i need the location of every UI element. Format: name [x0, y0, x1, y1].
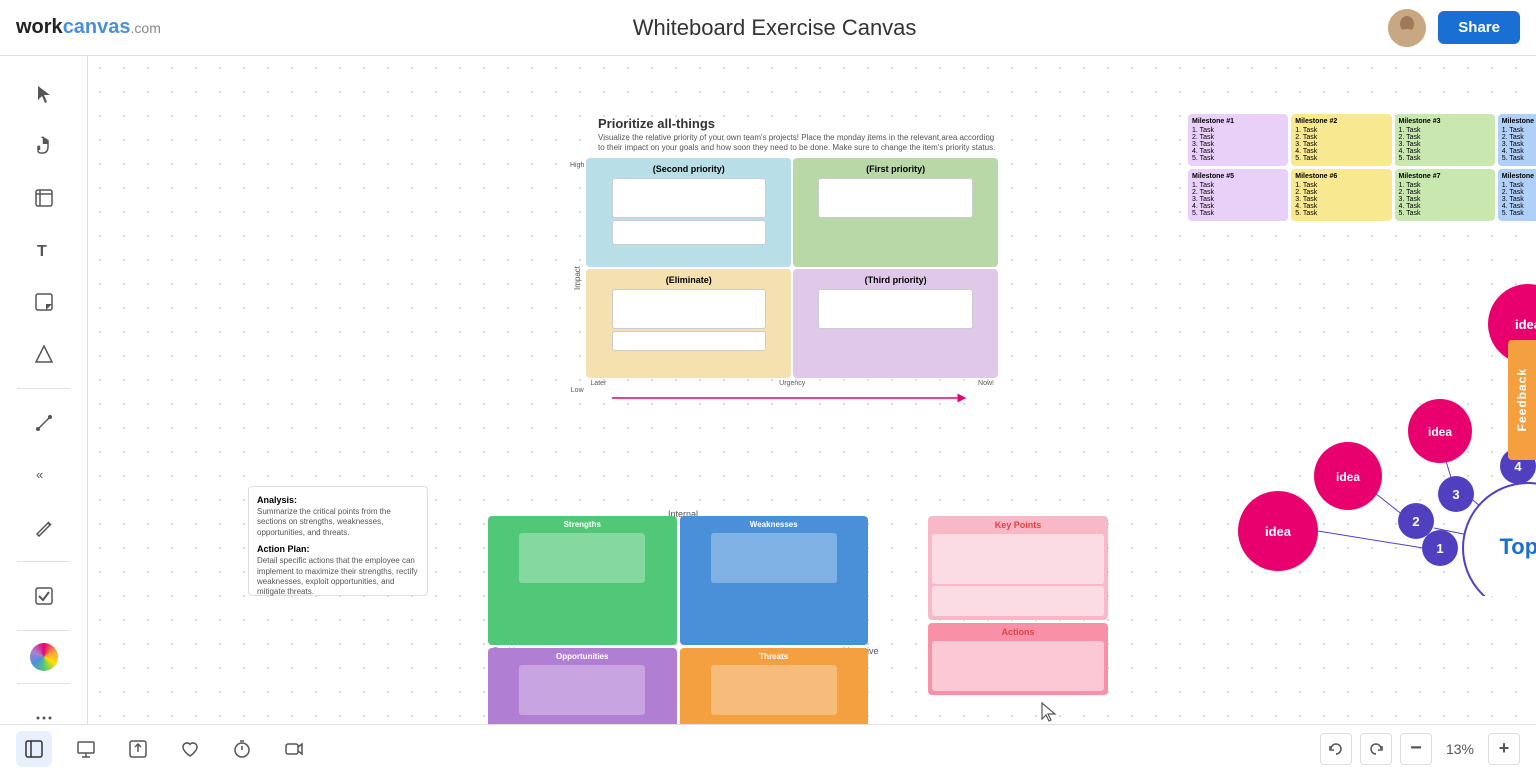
arrow-tool[interactable]: «	[22, 453, 66, 497]
share-button[interactable]: Share	[1438, 11, 1520, 44]
logo: workcanvas.com	[16, 16, 161, 39]
connector-tool[interactable]	[22, 401, 66, 445]
pm-eliminate: (Eliminate)	[586, 269, 791, 378]
svg-text:idea: idea	[1336, 470, 1360, 484]
kp-keypoints: Key Points	[928, 516, 1108, 620]
zoom-level: 13%	[1440, 741, 1480, 757]
svg-text:2: 2	[1412, 514, 1419, 529]
present-button[interactable]	[68, 731, 104, 767]
logo-com: .com	[131, 20, 161, 36]
svg-text:1: 1	[1436, 541, 1443, 556]
export-button[interactable]	[120, 731, 156, 767]
pm-first: (First priority)	[793, 158, 998, 267]
feedback-tab[interactable]: Feedback	[1508, 340, 1536, 460]
avatar[interactable]	[1388, 9, 1426, 47]
sticky-tool[interactable]	[22, 280, 66, 324]
undo-button[interactable]	[1320, 733, 1352, 765]
analysis-text: Summarize the critical points from the s…	[257, 507, 419, 538]
text-tool[interactable]: T	[22, 228, 66, 272]
logo-canvas: canvas	[63, 16, 131, 38]
svg-text:4: 4	[1514, 459, 1522, 474]
checkbox-tool[interactable]	[22, 574, 66, 618]
zoom-out-button[interactable]: −	[1400, 733, 1432, 765]
bottom-left-tools	[16, 731, 312, 767]
svg-text:3: 3	[1452, 487, 1459, 502]
swot-grid: Strengths Weaknesses Opportunities Threa…	[488, 516, 868, 724]
divider-2	[17, 561, 69, 562]
video-button[interactable]	[276, 731, 312, 767]
redo-button[interactable]	[1360, 733, 1392, 765]
analysis-box: Analysis: Summarize the critical points …	[248, 486, 428, 596]
like-button[interactable]	[172, 731, 208, 767]
key-points: Key Points Actions	[928, 516, 1108, 724]
zoom-in-button[interactable]: +	[1488, 733, 1520, 765]
canvas-area[interactable]: Prioritize all-things Visualize the rela…	[88, 56, 1536, 724]
pencil-tool[interactable]	[22, 505, 66, 549]
shapes-tool[interactable]	[22, 332, 66, 376]
whiteboard-content: Prioritize all-things Visualize the rela…	[88, 56, 1536, 724]
timer-button[interactable]	[224, 731, 260, 767]
left-toolbar: T «	[0, 56, 88, 772]
bottom-toolbar: − 13% +	[0, 724, 1536, 772]
kp-actions: Actions	[928, 623, 1108, 695]
pm-second: (Second priority)	[586, 158, 791, 267]
pm-subtitle: Visualize the relative priority of your …	[598, 133, 998, 154]
y-axis-high: High	[570, 162, 584, 169]
pm-title: Prioritize all-things	[598, 116, 998, 131]
analysis-title: Analysis:	[257, 495, 419, 505]
page-title: Whiteboard Exercise Canvas	[633, 15, 917, 41]
divider-1	[17, 388, 69, 389]
swot-threats: Threats	[680, 648, 869, 725]
milestone-tables: Milestone #1 1. Task2. Task3. Task4. Tas…	[1188, 114, 1536, 221]
action-title: Action Plan:	[257, 544, 419, 554]
swot-strengths: Strengths	[488, 516, 677, 645]
y-axis-label: Impact	[573, 266, 582, 290]
svg-text:idea: idea	[1265, 524, 1292, 539]
priority-matrix: Prioritize all-things Visualize the rela…	[568, 116, 998, 411]
header: workcanvas.com Whiteboard Exercise Canva…	[0, 0, 1536, 56]
action-text: Detail specific actions that the employe…	[257, 556, 419, 598]
svg-text:«: «	[36, 467, 43, 482]
svg-text:idea: idea	[1515, 317, 1536, 332]
x-axis-left: Later	[590, 380, 606, 387]
swot-weaknesses: Weaknesses	[680, 516, 869, 645]
pm-third: (Third priority)	[793, 269, 998, 378]
mind-map: Topic 1 2 3 4 5 6 7 idea	[1218, 276, 1536, 596]
hand-tool[interactable]	[22, 124, 66, 168]
svg-text:T: T	[37, 243, 47, 260]
header-right: Share	[1388, 9, 1520, 47]
sidebar-toggle-button[interactable]	[16, 731, 52, 767]
divider-4	[17, 683, 69, 684]
svg-text:idea: idea	[1428, 425, 1452, 439]
feedback-label: Feedback	[1515, 368, 1529, 431]
logo-work: work	[16, 16, 63, 38]
swot-opportunities: Opportunities	[488, 648, 677, 725]
y-axis-low: Low	[571, 387, 584, 394]
select-tool[interactable]	[22, 72, 66, 116]
divider-3	[17, 630, 69, 631]
frame-tool[interactable]	[22, 176, 66, 220]
svg-text:Topic: Topic	[1499, 534, 1536, 559]
x-axis-label: Urgency	[779, 380, 805, 387]
bottom-right-controls: − 13% +	[1320, 733, 1520, 765]
color-picker[interactable]	[30, 643, 58, 671]
x-axis-right: Now!	[978, 380, 994, 387]
